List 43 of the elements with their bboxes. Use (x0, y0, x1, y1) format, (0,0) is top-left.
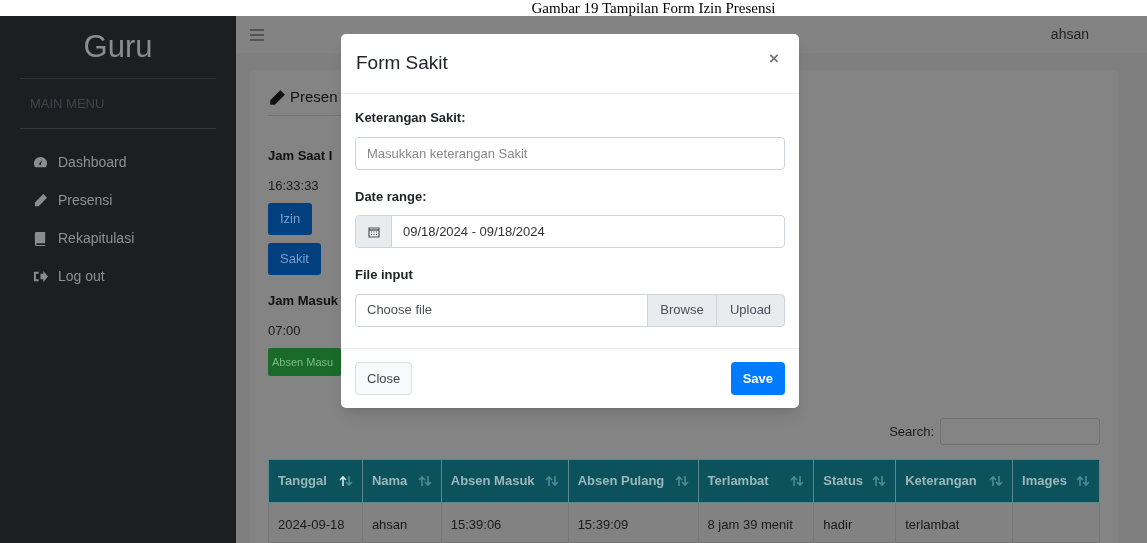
entry-time-value: 07:00 (268, 321, 301, 340)
action-button[interactable]: Izin (268, 203, 313, 235)
brand-title: Guru (83, 27, 153, 66)
table-cell: 15:39:09 (568, 502, 698, 543)
check-in-button[interactable]: Absen Masu (268, 348, 341, 376)
close-button[interactable]: × (769, 45, 784, 82)
clock-label: Jam Saat I (268, 147, 333, 165)
figure-caption: Gambar 19 Tampilan Form Izin Presensi (530, 0, 776, 16)
clock-value: 16:33:33 (268, 176, 319, 195)
table-cell: terlambat (895, 502, 1013, 543)
file-field[interactable]: Choose file (355, 293, 648, 327)
description-field[interactable]: Masukkan keterangan Sakit (355, 136, 785, 170)
field-label: File input (355, 266, 413, 284)
column-header[interactable]: Status (813, 459, 896, 503)
column-header[interactable]: Keterangan (895, 459, 1013, 503)
search-label: Search: (889, 422, 934, 441)
sidebar-item[interactable]: Dashboard (20, 147, 216, 177)
column-header[interactable]: Absen Masuk (441, 459, 569, 503)
sidebar-item[interactable]: Presensi (20, 185, 216, 215)
table-cell: 15:39:06 (441, 502, 569, 543)
column-header[interactable]: Terlambat (698, 459, 814, 503)
action-button[interactable]: Sakit (268, 243, 321, 275)
column-header[interactable]: Images (1012, 459, 1100, 503)
sidebar-item[interactable]: Log out (20, 261, 216, 291)
upload-button[interactable]: Upload (716, 293, 785, 327)
entry-time-label: Jam Masuk (268, 292, 339, 310)
column-header[interactable]: Nama (362, 459, 442, 503)
page-title: Presen (290, 87, 338, 108)
browse-button[interactable]: Browse (648, 293, 716, 327)
user-name[interactable]: ahsan (1050, 24, 1133, 45)
table-cell: hadir (813, 502, 896, 543)
field-label: Keterangan Sakit: (355, 109, 466, 127)
date-range-field[interactable]: 09/18/2024 - 09/18/2024 (355, 215, 785, 248)
table-cell: 8 jam 39 menit (698, 502, 814, 543)
sidebar-item[interactable]: Rekapitulasi (20, 223, 216, 253)
column-header[interactable]: Tanggal (268, 459, 363, 503)
table-cell: 2024-09-18 (268, 502, 363, 543)
close-button[interactable]: Close (355, 362, 413, 395)
modal-title: Form Sakit (356, 51, 448, 76)
field-label: Date range: (355, 187, 427, 206)
table-cell: ahsan (362, 502, 442, 543)
column-header[interactable]: Absen Pulang (568, 459, 698, 503)
save-button[interactable]: Save (730, 362, 785, 395)
